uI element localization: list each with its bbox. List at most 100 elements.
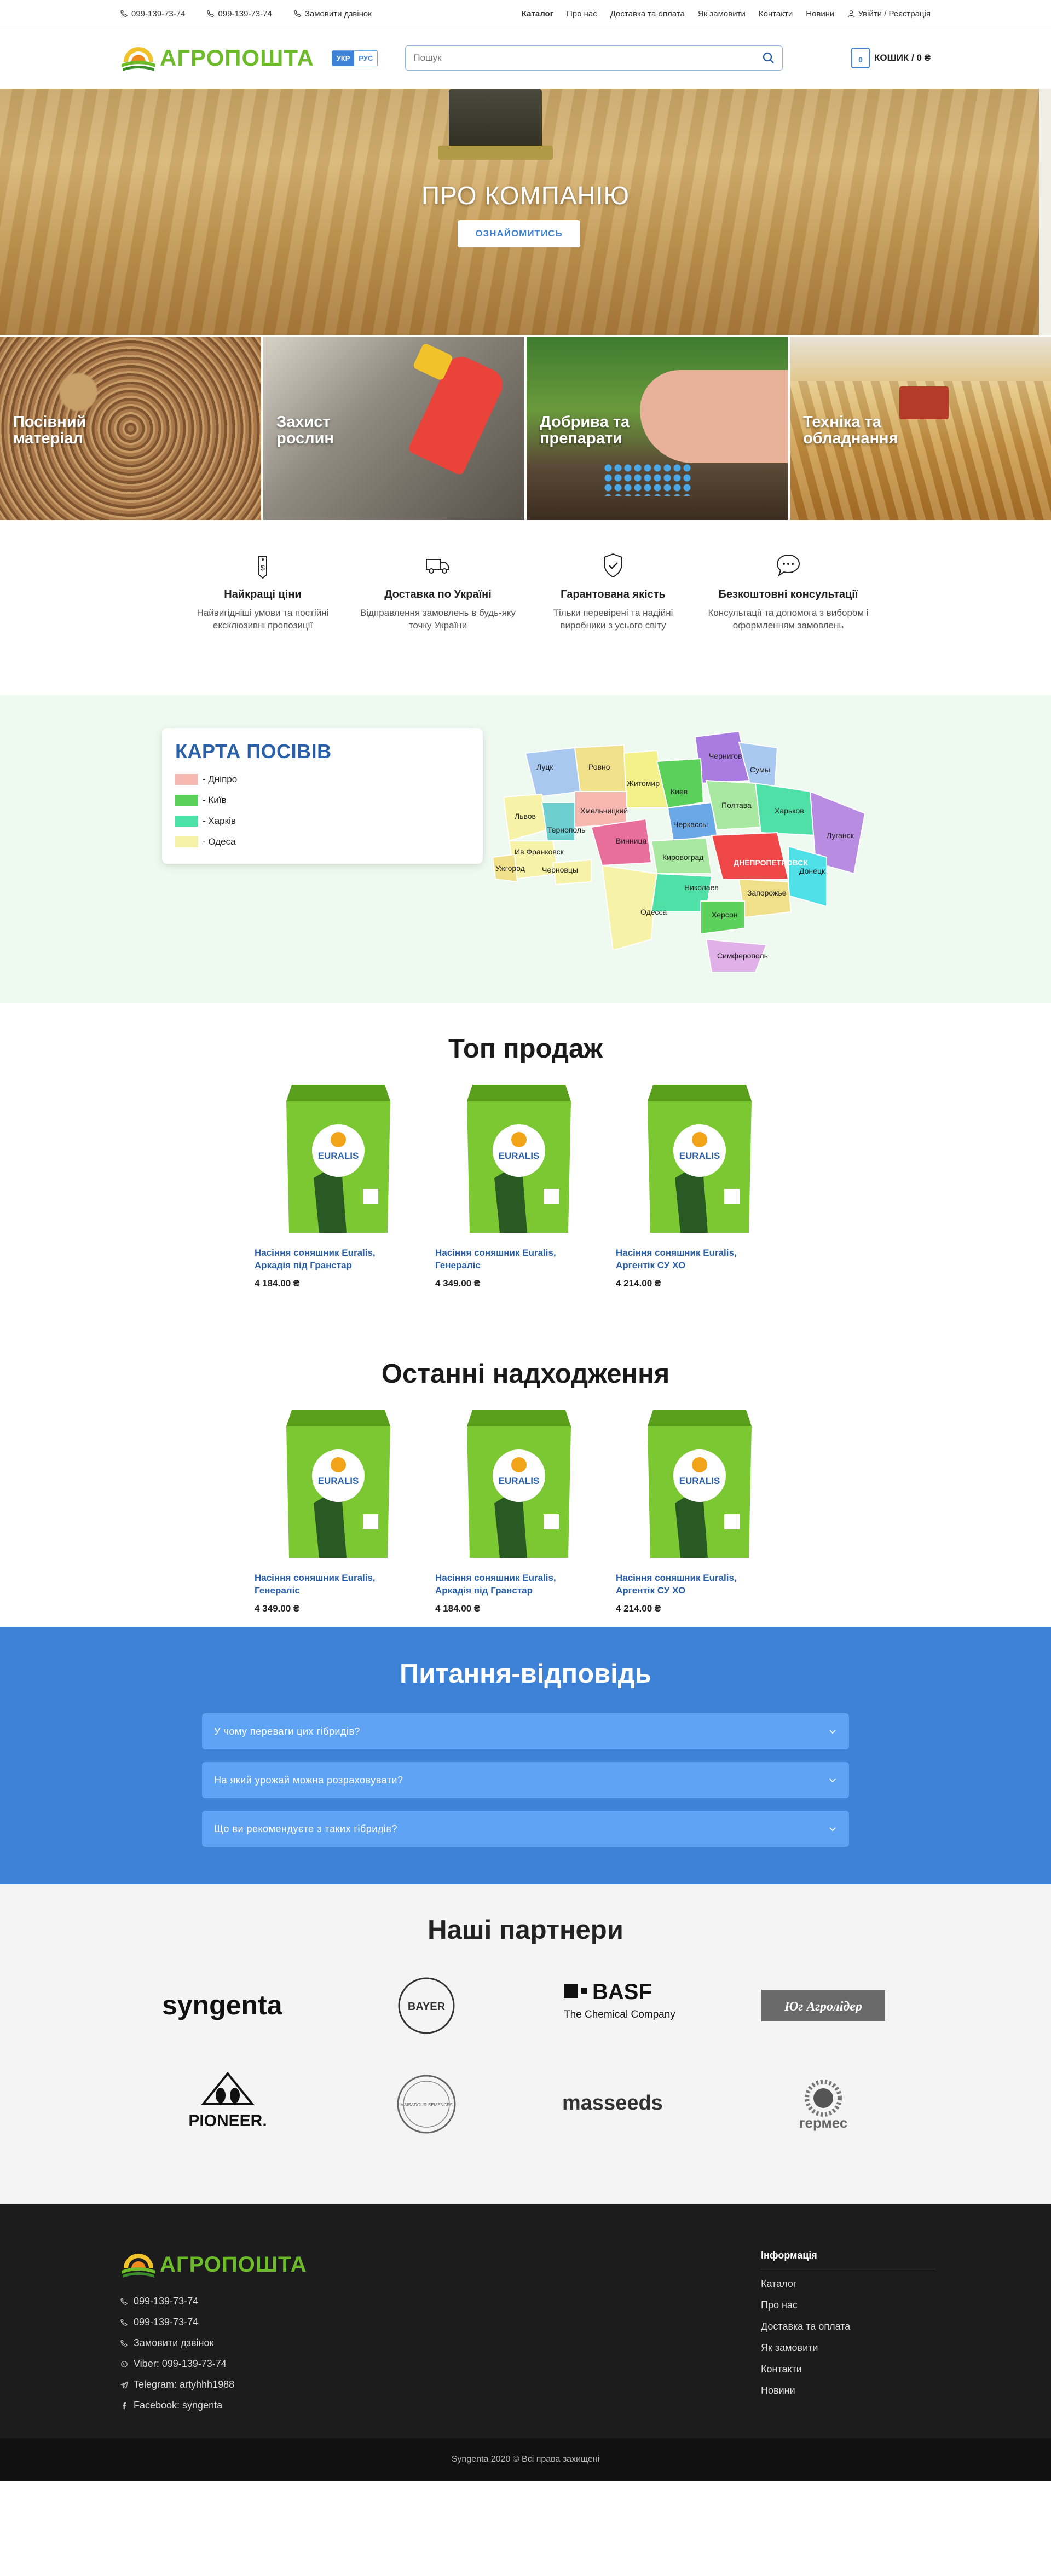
footer-link-how-to-order[interactable]: Як замовити bbox=[761, 2342, 936, 2354]
product-name[interactable]: Насіння соняшник Euralis, Аргентік СУ ХО bbox=[616, 1246, 758, 1272]
user-icon bbox=[848, 10, 855, 18]
product-seed-bag-image[interactable]: EURALIS bbox=[461, 1405, 576, 1563]
cart-button[interactable]: 0 КОШИК / 0 ₴ bbox=[851, 48, 931, 68]
partner-masseeds-logo[interactable]: masseeds bbox=[526, 2071, 724, 2137]
chat-icon bbox=[776, 554, 800, 577]
product-name[interactable]: Насіння соняшник Euralis, Аргентік СУ ХО bbox=[616, 1572, 758, 1597]
feature-consultations-title: Безкоштовні консультації bbox=[718, 588, 858, 600]
partner-maisadour-logo[interactable]: MAISADOUR SEMENCES bbox=[327, 2071, 526, 2137]
map-label-luhansk: Луганск bbox=[827, 831, 854, 840]
footer-phone-1[interactable]: 099-139-73-74 bbox=[120, 2296, 307, 2307]
footer-telegram[interactable]: Telegram: artyhhh1988 bbox=[120, 2379, 307, 2390]
partner-germes-logo[interactable]: гермес bbox=[724, 2071, 923, 2137]
partner-pioneer-logo[interactable]: PIONEER. bbox=[129, 2071, 327, 2137]
price-tag-icon: $ bbox=[258, 556, 267, 579]
login-link[interactable]: Увійти / Реєстрація bbox=[847, 9, 931, 19]
partner-bayer-logo[interactable]: BAYER bbox=[327, 1973, 526, 2038]
footer-link-catalog[interactable]: Каталог bbox=[761, 2278, 936, 2290]
lang-ukr[interactable]: УКР bbox=[332, 50, 355, 66]
product-price: 4 184.00 ₴ bbox=[435, 1603, 481, 1614]
top-nav-contacts[interactable]: Контакти bbox=[759, 9, 793, 19]
product-card[interactable]: EURALIS Насіння соняшник Euralis, Аркаді… bbox=[435, 1405, 616, 1614]
top-nav-delivery[interactable]: Доставка та оплата bbox=[610, 9, 685, 19]
product-name[interactable]: Насіння соняшник Euralis, Генераліс bbox=[255, 1572, 397, 1597]
product-card[interactable]: EURALIS Насіння соняшник Euralis, Генера… bbox=[435, 1079, 616, 1289]
maisadour-wordmark: MAISADOUR SEMENCES bbox=[400, 2103, 453, 2107]
product-card[interactable]: EURALIS Насіння соняшник Euralis, Аргент… bbox=[616, 1079, 796, 1289]
top-phone-2[interactable]: 099-139-73-74 bbox=[207, 9, 272, 19]
product-name[interactable]: Насіння соняшник Euralis, Аркадія під Гр… bbox=[435, 1572, 578, 1597]
footer-info-menu: Інформація Каталог Про нас Доставка та о… bbox=[761, 2250, 936, 2421]
map-label-kirovohrad: Кировоград bbox=[662, 853, 703, 862]
top-phone-1[interactable]: 099-139-73-74 bbox=[120, 9, 185, 19]
basf-tagline: The Chemical Company bbox=[564, 2009, 675, 2020]
category-fertilizers[interactable]: Добрива та препарати bbox=[527, 337, 788, 520]
callback-phone-icon bbox=[120, 2339, 128, 2347]
footer-link-about[interactable]: Про нас bbox=[761, 2300, 936, 2311]
faq-item-recommend[interactable]: Що ви рекомендуєте з таких гібридів? bbox=[202, 1811, 849, 1847]
region-donetsk[interactable] bbox=[788, 845, 827, 908]
map-label-ternopil: Тернополь bbox=[547, 825, 585, 834]
partners-title: Наші партнери bbox=[428, 1915, 623, 1945]
product-card[interactable]: EURALIS Насіння соняшник Euralis, Генера… bbox=[255, 1405, 435, 1614]
product-brand-text: EURALIS bbox=[679, 1151, 720, 1161]
map-label-poltava: Полтава bbox=[721, 801, 752, 810]
feature-best-prices-title: Найкращі ціни bbox=[224, 588, 302, 600]
footer-callback[interactable]: Замовити дзвінок bbox=[120, 2337, 307, 2349]
legend-label-kyiv: - Київ bbox=[203, 795, 227, 805]
category-plant-protection[interactable]: Захист рослин bbox=[263, 337, 524, 520]
ukraine-regions-map[interactable]: Луцк Ровно Житомир Чернигов Сумы Львов К… bbox=[493, 731, 887, 983]
search-icon[interactable] bbox=[763, 52, 775, 64]
product-brand-text: EURALIS bbox=[318, 1151, 359, 1161]
chevron-down-icon bbox=[829, 1730, 836, 1734]
top-nav-about[interactable]: Про нас bbox=[567, 9, 597, 19]
product-seed-bag-image[interactable]: EURALIS bbox=[642, 1405, 757, 1563]
product-seed-bag-image[interactable]: EURALIS bbox=[461, 1079, 576, 1238]
footer-link-delivery[interactable]: Доставка та оплата bbox=[761, 2321, 936, 2332]
footer-viber[interactable]: Viber: 099-139-73-74 bbox=[120, 2358, 307, 2370]
top-nav-how-to-order[interactable]: Як замовити bbox=[698, 9, 746, 19]
product-card[interactable]: EURALIS Насіння соняшник Euralis, Аргент… bbox=[616, 1405, 796, 1614]
partner-syngenta-logo[interactable]: syngenta bbox=[129, 1973, 327, 2038]
product-seed-bag-image[interactable]: EURALIS bbox=[642, 1079, 757, 1238]
chevron-down-icon bbox=[829, 1827, 836, 1832]
faq-item-yield[interactable]: На який урожай можна розраховувати? bbox=[202, 1762, 849, 1798]
product-brand-text: EURALIS bbox=[499, 1476, 540, 1486]
region-zaporizhzhia[interactable] bbox=[738, 878, 792, 919]
region-ternopil[interactable] bbox=[541, 802, 575, 841]
hand-image bbox=[640, 370, 788, 463]
top-nav-catalog[interactable]: Каталог bbox=[522, 9, 553, 19]
partner-ug-agrolider-logo[interactable]: Юг Агролідер bbox=[724, 1973, 923, 2038]
product-seed-bag-image[interactable]: EURALIS bbox=[281, 1405, 396, 1563]
footer-logo[interactable]: АГРОПОШТА bbox=[120, 2250, 307, 2279]
footer-info-title: Інформація bbox=[761, 2250, 936, 2269]
partner-basf-logo[interactable]: BASF The Chemical Company bbox=[526, 1973, 724, 2038]
footer-link-news[interactable]: Новини bbox=[761, 2385, 936, 2396]
product-name[interactable]: Насіння соняшник Euralis, Генераліс bbox=[435, 1246, 578, 1272]
feature-best-prices: $ Найкращі ціни Найвигідніші умови та по… bbox=[181, 551, 345, 632]
product-name[interactable]: Насіння соняшник Euralis, Аркадія під Гр… bbox=[255, 1246, 397, 1272]
product-seed-bag-image[interactable]: EURALIS bbox=[281, 1079, 396, 1238]
lang-rus[interactable]: РУС bbox=[354, 50, 378, 66]
site-logo[interactable]: АГРОПОШТА bbox=[120, 43, 314, 73]
footer-phone-1-text: 099-139-73-74 bbox=[134, 2296, 199, 2307]
legend-label-kharkiv: - Харків bbox=[203, 816, 236, 826]
category-machinery[interactable]: Техніка та обладнання bbox=[790, 337, 1051, 520]
map-label-rivne: Ровно bbox=[588, 763, 610, 771]
hero-learn-more-button[interactable]: ОЗНАЙОМИТИСЬ bbox=[458, 220, 580, 247]
feature-delivery-text: Відправлення замовлень в будь-яку точку … bbox=[360, 608, 516, 631]
footer-link-contacts[interactable]: Контакти bbox=[761, 2364, 936, 2375]
search-input[interactable] bbox=[413, 53, 763, 63]
product-card[interactable]: EURALIS Насіння соняшник Euralis, Аркаді… bbox=[255, 1079, 435, 1289]
footer-facebook[interactable]: Facebook: syngenta bbox=[120, 2400, 307, 2411]
top-callback-link[interactable]: Замовити дзвінок bbox=[294, 9, 372, 19]
footer-phone-2[interactable]: 099-139-73-74 bbox=[120, 2317, 307, 2328]
category-seeds[interactable]: Посівний матеріал bbox=[0, 337, 261, 520]
region-dnipropetrovsk[interactable] bbox=[711, 831, 789, 880]
feature-consultations-text: Консультації та допомога з вибором і офо… bbox=[708, 608, 869, 631]
germes-wordmark: гермес bbox=[799, 2115, 847, 2131]
top-nav-news[interactable]: Новини bbox=[806, 9, 834, 19]
faq-item-benefits[interactable]: У чому переваги цих гібридів? bbox=[202, 1713, 849, 1749]
chevron-down-icon bbox=[829, 1778, 836, 1783]
region-volyn[interactable] bbox=[524, 747, 581, 798]
